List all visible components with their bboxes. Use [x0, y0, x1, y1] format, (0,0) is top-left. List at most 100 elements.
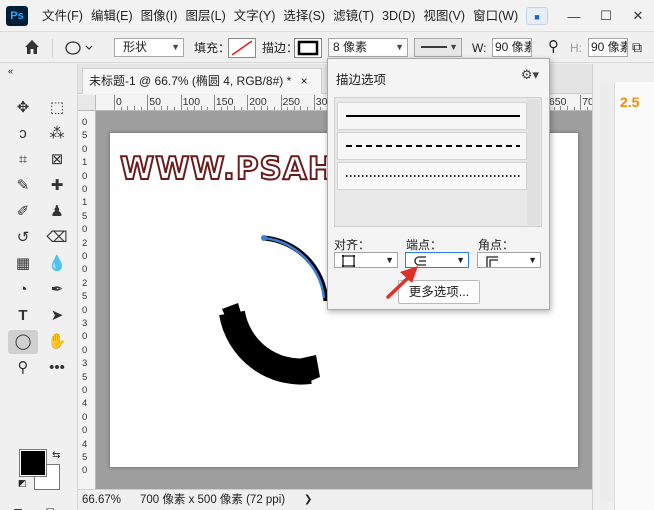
menu-file[interactable]: 文件(F)	[38, 0, 87, 32]
solid-line-icon	[421, 46, 447, 48]
ruler-label: 0	[82, 143, 88, 155]
ruler-label: 0	[82, 344, 88, 356]
lasso-tool-icon[interactable]: ↄ	[10, 122, 36, 146]
gear-icon[interactable]: ⚙▾	[521, 67, 539, 83]
home-icon[interactable]	[22, 37, 42, 57]
menu-3d[interactable]: 3D(D)	[378, 0, 419, 32]
stroke-preset-list	[334, 97, 542, 227]
align-dropdown[interactable]: ▼	[334, 252, 398, 268]
stroke-preset-dashed[interactable]	[337, 132, 527, 160]
crop-tool-icon[interactable]: ⌗	[10, 148, 36, 172]
caps-dropdown[interactable]: ▼	[405, 252, 469, 268]
ruler-minor-tick	[560, 106, 562, 110]
stroke-swatch-button[interactable]	[294, 38, 322, 58]
left-collapse-icon[interactable]: «	[8, 66, 13, 76]
pen-tool-icon[interactable]: ✒	[44, 278, 70, 302]
vertical-scrollbar[interactable]	[600, 82, 613, 502]
swap-colors-icon[interactable]: ⇆	[52, 450, 60, 461]
ellipse-tool-preset-icon[interactable]	[64, 39, 94, 59]
magic-wand-tool-icon[interactable]: ⁂	[44, 122, 70, 146]
status-menu-icon[interactable]: ❯	[304, 490, 312, 510]
ellipse-tool-icon[interactable]: ◯	[8, 330, 38, 354]
stroke-width-select[interactable]: 8 像素 ▼	[328, 38, 408, 57]
chevron-down-icon: ▼	[528, 255, 537, 265]
menu-window[interactable]: 窗口(W)	[469, 0, 522, 32]
ruler-label: 650	[548, 96, 567, 108]
gradient-tool-icon[interactable]: ▦	[10, 252, 36, 276]
ruler-minor-tick	[160, 106, 162, 110]
dodge-tool-icon[interactable]: ◔	[10, 278, 36, 302]
clone-stamp-tool-icon[interactable]: ♟	[44, 200, 70, 224]
ruler-minor-tick	[133, 106, 135, 110]
width-input[interactable]: 90 像素	[492, 38, 532, 57]
fill-swatch-button[interactable]	[228, 38, 256, 58]
eyedropper-tool-icon[interactable]: ✎	[10, 174, 36, 198]
default-colors-icon[interactable]: ◩	[18, 478, 27, 489]
height-input[interactable]: 90 像素	[588, 38, 628, 57]
link-icon[interactable]: ⚲	[548, 37, 559, 57]
stroke-preset-solid[interactable]	[337, 102, 527, 130]
eraser-tool-icon[interactable]: ⌫	[44, 226, 70, 250]
menu-filter[interactable]: 滤镜(T)	[329, 0, 378, 32]
vertical-ruler[interactable]: 050100150200250300350400450	[78, 111, 96, 489]
ruler-label: 0	[82, 465, 88, 477]
history-brush-tool-icon[interactable]: ↺	[10, 226, 36, 250]
frame-tool-icon[interactable]: ⊠	[44, 148, 70, 172]
move-tool-icon[interactable]: ✥	[10, 96, 36, 120]
ruler-label: 5	[82, 371, 88, 383]
shape-mode-value: 形状	[123, 40, 148, 54]
minimize-button[interactable]: —	[558, 9, 590, 24]
document-tab[interactable]: 未标题-1 @ 66.7% (椭圆 4, RGB/8#) * ×	[82, 68, 322, 94]
ruler-label: 250	[282, 96, 301, 108]
ruler-label: 4	[82, 398, 88, 410]
miter-corner-icon	[486, 256, 498, 267]
menu-type[interactable]: 文字(Y)	[230, 0, 280, 32]
ruler-label: 5	[82, 210, 88, 222]
ruler-label: 5	[82, 291, 88, 303]
brush-tool-icon[interactable]: ✐	[10, 200, 36, 224]
stroke-type-select[interactable]: ▼	[414, 38, 462, 57]
quick-mask-icon[interactable]: ◙	[14, 504, 22, 510]
menu-view[interactable]: 视图(V)	[419, 0, 469, 32]
ruler-minor-tick	[233, 106, 235, 110]
maximize-button[interactable]: ☐	[590, 8, 622, 24]
ruler-major-tick	[114, 95, 115, 110]
more-tools-icon[interactable]: •••	[44, 356, 70, 380]
menu-edit[interactable]: 编辑(E)	[87, 0, 137, 32]
tools-panel: « ✥ ⬚ ↄ ⁂ ⌗ ⊠ ✎ ✚ ✐ ♟ ↺ ⌫ ▦ 💧 ◔ ✒ T ➤ ◯ …	[0, 64, 78, 510]
document-tab-title: 未标题-1 @ 66.7% (椭圆 4, RGB/8#) *	[89, 74, 292, 88]
ruler-minor-tick	[193, 106, 195, 110]
close-button[interactable]: ✕	[622, 8, 654, 24]
preset-list-scrollbar[interactable]	[527, 99, 540, 225]
type-tool-icon[interactable]: T	[10, 304, 36, 328]
shape-mode-select[interactable]: 形状 ▼	[114, 38, 184, 57]
menu-image[interactable]: 图像(I)	[137, 0, 182, 32]
ruler-minor-tick	[227, 106, 229, 110]
ruler-label: 0	[82, 385, 88, 396]
stroke-options-popup: 描边选项 ⚙▾ 对齐： 端点： 角点： ▼ ▼ ▼ 更多选项...	[327, 58, 550, 310]
ruler-origin[interactable]	[78, 95, 96, 111]
ruler-major-tick	[213, 95, 215, 110]
ruler-major-tick	[313, 95, 315, 110]
screen-mode-icon[interactable]: ⧉	[46, 504, 56, 510]
menu-select[interactable]: 选择(S)	[279, 0, 329, 32]
panel-value-label: 2.5	[620, 94, 640, 110]
path-operations-icon[interactable]: ⧉	[632, 37, 642, 57]
path-selection-tool-icon[interactable]: ➤	[44, 304, 70, 328]
menu-layer[interactable]: 图层(L)	[181, 0, 229, 32]
ruler-major-tick	[247, 95, 249, 110]
more-options-button[interactable]: 更多选项...	[398, 280, 480, 304]
chevron-down-icon: ▼	[171, 42, 180, 52]
healing-brush-tool-icon[interactable]: ✚	[44, 174, 70, 198]
zoom-tool-icon[interactable]: ⚲	[10, 356, 36, 380]
hand-tool-icon[interactable]: ✋	[44, 330, 70, 354]
ruler-label: 200	[249, 96, 267, 108]
ruler-minor-tick	[293, 106, 295, 110]
zoom-level[interactable]: 66.67%	[82, 490, 121, 510]
blur-tool-icon[interactable]: 💧	[44, 252, 70, 276]
foreground-color-swatch[interactable]	[19, 449, 47, 477]
stroke-preset-dotted[interactable]	[337, 162, 527, 190]
corners-dropdown[interactable]: ▼	[477, 252, 541, 268]
tab-close-icon[interactable]: ×	[301, 74, 308, 88]
marquee-tool-icon[interactable]: ⬚	[44, 96, 70, 120]
